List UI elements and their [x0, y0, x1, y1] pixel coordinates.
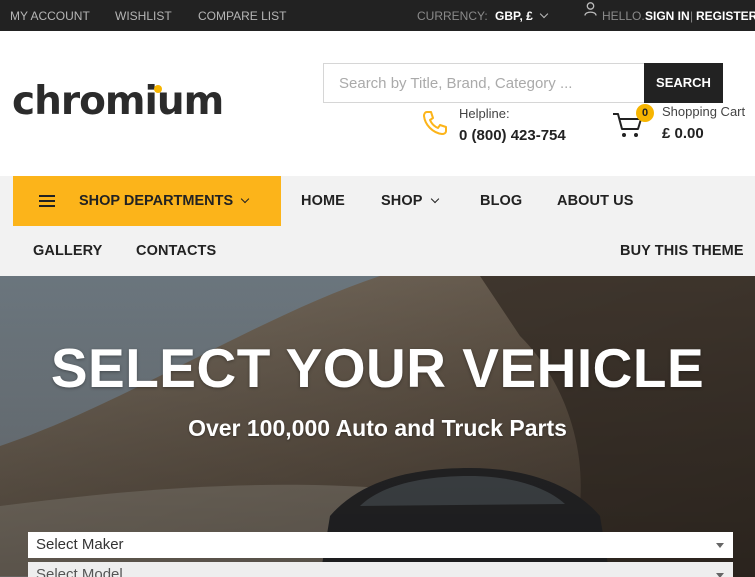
chevron-down-icon	[539, 9, 549, 19]
helpline-number[interactable]: 0 (800) 423-754	[459, 127, 566, 144]
currency-selector[interactable]: GBP, £	[495, 9, 549, 23]
logo-dot	[154, 85, 162, 93]
nav-shop[interactable]: SHOP	[381, 193, 439, 209]
logo[interactable]: chromium	[12, 79, 224, 124]
hero-subtitle: Over 100,000 Auto and Truck Parts	[188, 415, 567, 441]
search-box	[323, 63, 645, 103]
register-link[interactable]: REGISTER	[696, 9, 755, 23]
logo-text: chromium	[12, 79, 224, 124]
cart-count-badge: 0	[636, 104, 654, 122]
dropdown-arrow-icon	[716, 573, 724, 577]
nav-contacts[interactable]: CONTACTS	[136, 243, 216, 259]
nav-gallery[interactable]: GALLERY	[33, 243, 102, 259]
nav-about-us[interactable]: ABOUT US	[557, 193, 634, 209]
select-model-value: Select Model	[36, 566, 123, 577]
search-button[interactable]: SEARCH	[644, 63, 723, 103]
phone-icon	[423, 111, 447, 135]
dropdown-arrow-icon	[716, 543, 724, 548]
shop-departments-label: SHOP DEPARTMENTS	[79, 193, 234, 209]
nav-shop-label: SHOP	[381, 193, 423, 209]
nav-blog[interactable]: BLOG	[480, 193, 522, 209]
currency-label: CURRENCY:	[417, 9, 488, 23]
header: chromium SEARCH Helpline: 0 (800) 423-75…	[0, 31, 755, 176]
helpline-label: Helpline:	[459, 106, 510, 121]
search-input[interactable]	[324, 64, 645, 102]
nav-home[interactable]: HOME	[301, 193, 345, 209]
wishlist-link[interactable]: WISHLIST	[115, 9, 172, 23]
chevron-down-icon	[430, 194, 439, 204]
select-model-dropdown[interactable]: Select Model	[28, 562, 733, 577]
hero-banner: SELECT YOUR VEHICLE Over 100,000 Auto an…	[0, 276, 755, 577]
user-icon	[584, 2, 597, 16]
select-maker-dropdown[interactable]: Select Maker	[28, 532, 733, 558]
sign-in-link[interactable]: SIGN IN	[645, 9, 690, 23]
nav-buy-this-theme[interactable]: BUY THIS THEME	[620, 243, 744, 259]
hero-title: SELECT YOUR VEHICLE	[50, 337, 705, 399]
shop-departments-button[interactable]: SHOP DEPARTMENTS	[13, 176, 281, 226]
currency-value: GBP, £	[495, 9, 533, 23]
my-account-link[interactable]: MY ACCOUNT	[10, 9, 90, 23]
top-bar: MY ACCOUNT WISHLIST COMPARE LIST CURRENC…	[0, 0, 755, 31]
menu-icon	[39, 195, 55, 207]
cart-total: £ 0.00	[662, 125, 704, 142]
select-maker-value: Select Maker	[36, 536, 124, 553]
hello-text: HELLO.	[602, 9, 645, 23]
compare-list-link[interactable]: COMPARE LIST	[198, 9, 286, 23]
separator: |	[690, 9, 694, 23]
cart-label[interactable]: Shopping Cart	[662, 104, 745, 119]
chevron-down-icon	[240, 194, 250, 204]
main-navigation: SHOP DEPARTMENTS HOME SHOP BLOG ABOUT US…	[0, 176, 755, 276]
